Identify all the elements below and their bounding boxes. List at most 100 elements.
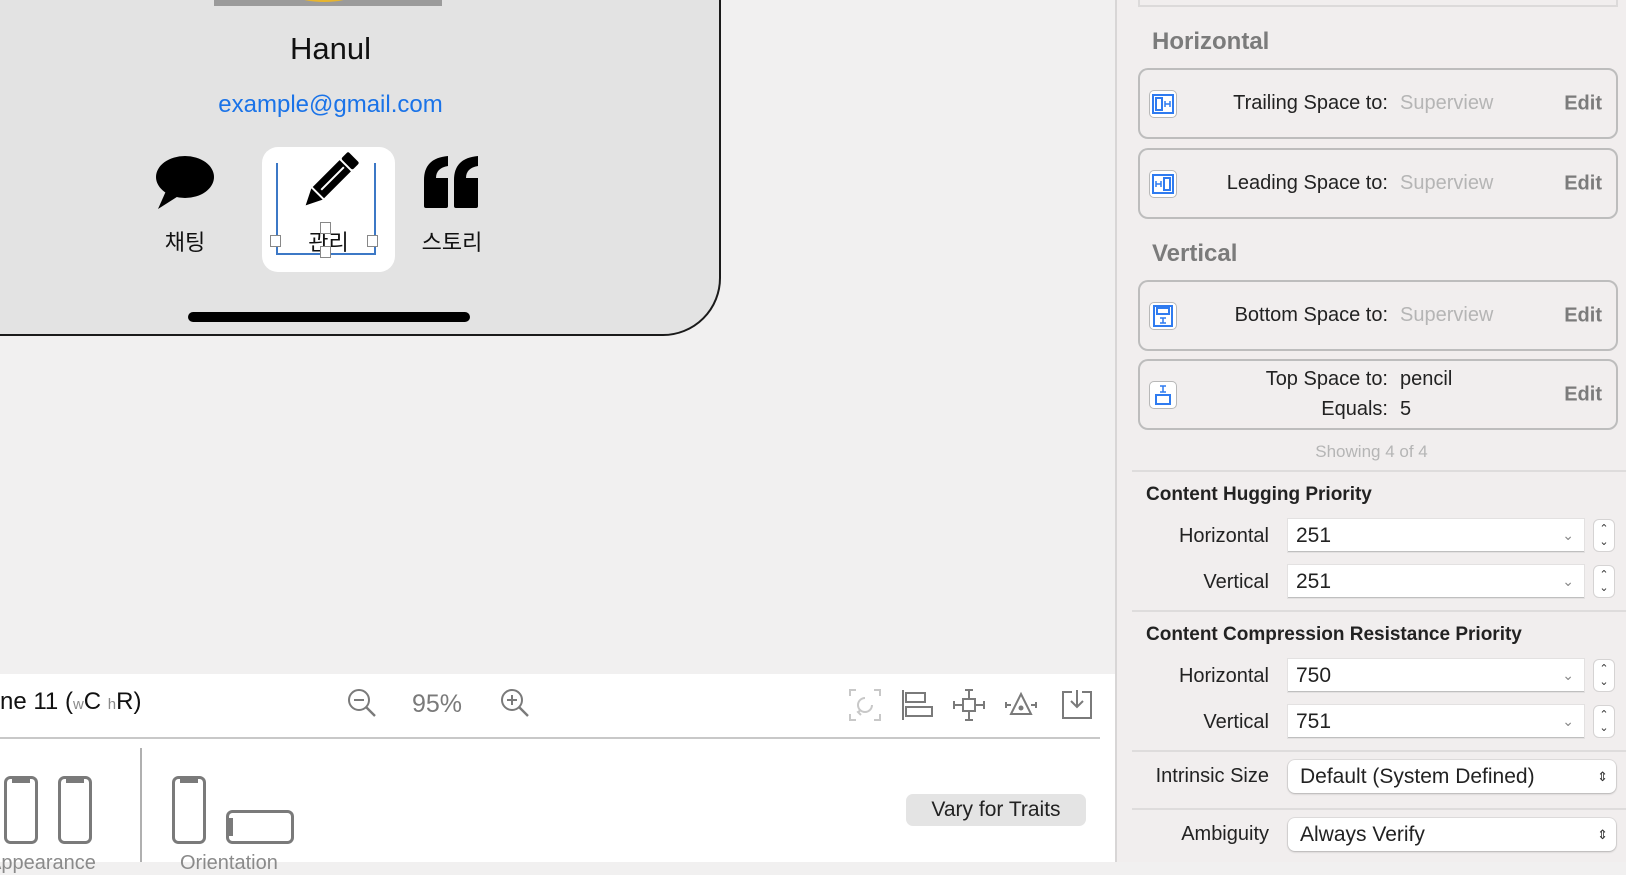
width-class-prefix: w: [72, 696, 84, 713]
zoom-in-icon: [501, 689, 529, 717]
up-down-chevron-icon: ⇕: [1597, 769, 1608, 784]
edit-constraint-button[interactable]: Edit: [1564, 383, 1602, 406]
chevron-down-icon[interactable]: ⌄: [1562, 705, 1574, 738]
manage-action[interactable]: 관리: [262, 147, 395, 272]
stepper-up-icon[interactable]: ⌃: [1599, 569, 1608, 582]
profile-image[interactable]: [214, 0, 442, 6]
traits-divider: [140, 748, 142, 862]
selection-frame: [276, 163, 376, 255]
hugging-vertical-value: 251: [1296, 570, 1332, 593]
trailing-space-icon: [1149, 89, 1177, 118]
edit-constraint-button[interactable]: Edit: [1564, 172, 1602, 195]
canvas-bottom-bar: ne 11 (wC hR) 95%: [0, 674, 1115, 862]
hugging-vertical-label: Vertical: [1203, 571, 1269, 593]
zoom-out-icon: [348, 689, 376, 717]
constraint-trailing-space[interactable]: Trailing Space to: Superview Edit: [1138, 68, 1618, 139]
size-inspector-panel: Horizontal Trailing Space to: Superview …: [1115, 0, 1626, 862]
resize-handle-left[interactable]: [270, 235, 281, 247]
resize-handle-right[interactable]: [367, 235, 378, 247]
constraint-constant-label: Equals:: [1321, 398, 1388, 420]
orientation-label: Orientation: [180, 852, 278, 874]
bottom-bar-divider: [0, 737, 1100, 739]
chevron-down-icon[interactable]: ⌄: [1562, 659, 1574, 692]
story-action[interactable]: 스토리: [392, 147, 512, 272]
appearance-label: Appearance: [0, 852, 96, 874]
constraint-leading-space[interactable]: Leading Space to: Superview Edit: [1138, 148, 1618, 219]
chevron-down-icon[interactable]: ⌄: [1562, 565, 1574, 598]
ambiguity-popup[interactable]: Always Verify ⇕: [1288, 818, 1616, 851]
update-frames-icon: [849, 689, 881, 721]
resolve-issues-button[interactable]: [1004, 688, 1038, 722]
update-frames-button[interactable]: [848, 688, 882, 722]
leading-space-icon: [1149, 169, 1177, 198]
align-icon: [902, 690, 933, 720]
stepper-up-icon[interactable]: ⌃: [1599, 709, 1608, 722]
compression-horizontal-value: 750: [1296, 664, 1332, 687]
align-button[interactable]: [900, 688, 934, 722]
orientation-landscape-button[interactable]: [226, 810, 294, 849]
embed-in-button[interactable]: [1060, 688, 1094, 722]
stepper-down-icon[interactable]: ⌄: [1599, 582, 1608, 595]
iphone-scene[interactable]: Hanul example@gmail.com 채팅 관리 스토리: [0, 0, 721, 336]
constraint-label: Top Space to:: [1265, 368, 1388, 390]
hugging-horizontal-stepper[interactable]: ⌃ ⌄: [1593, 519, 1615, 552]
resize-handle-top[interactable]: [320, 222, 331, 234]
ambiguity-label: Ambiguity: [1181, 823, 1269, 845]
stepper-down-icon[interactable]: ⌄: [1599, 676, 1608, 689]
embed-in-icon: [1062, 690, 1092, 719]
compression-horizontal-label: Horizontal: [1178, 665, 1269, 687]
iphone-portrait-icon: [4, 776, 38, 844]
chevron-down-icon[interactable]: ⌄: [1562, 519, 1574, 552]
compression-horizontal-stepper[interactable]: ⌃ ⌄: [1593, 659, 1615, 692]
add-constraints-icon: [953, 689, 985, 721]
hugging-priority-title: Content Hugging Priority: [1146, 484, 1372, 505]
device-selector[interactable]: ne 11 (wC hR): [0, 688, 141, 716]
appearance-light-button[interactable]: [4, 776, 38, 849]
ambiguity-value: Always Verify: [1300, 823, 1425, 846]
hugging-vertical-combo[interactable]: 251 ⌄: [1288, 565, 1584, 598]
stepper-up-icon[interactable]: ⌃: [1599, 523, 1608, 536]
intrinsic-size-popup[interactable]: Default (System Defined) ⇕: [1288, 760, 1616, 793]
compression-vertical-combo[interactable]: 751 ⌄: [1288, 705, 1584, 738]
section-divider: [1132, 750, 1626, 752]
constraint-label: Trailing Space to:: [1233, 92, 1388, 114]
vary-for-traits-button[interactable]: Vary for Traits: [906, 794, 1086, 826]
section-divider: [1132, 470, 1626, 472]
previous-section-box: [1138, 0, 1618, 7]
compression-horizontal-combo[interactable]: 750 ⌄: [1288, 659, 1584, 692]
zoom-in-button[interactable]: [500, 688, 530, 723]
storyboard-canvas[interactable]: Hanul example@gmail.com 채팅 관리 스토리: [0, 0, 1115, 674]
compression-vertical-stepper[interactable]: ⌃ ⌄: [1593, 705, 1615, 738]
height-class-prefix: h: [107, 696, 117, 713]
profile-image-sun: [274, 0, 374, 2]
constraint-bottom-space[interactable]: Bottom Space to: Superview Edit: [1138, 280, 1618, 351]
constraint-top-space[interactable]: Top Space to: pencil Equals: 5 Edit: [1138, 359, 1618, 430]
constraint-label: Bottom Space to:: [1234, 304, 1388, 326]
profile-name-label[interactable]: Hanul: [0, 31, 719, 67]
stepper-down-icon[interactable]: ⌄: [1599, 536, 1608, 549]
edit-constraint-button[interactable]: Edit: [1564, 304, 1602, 327]
quote-icon: [392, 147, 512, 217]
stepper-up-icon[interactable]: ⌃: [1599, 663, 1608, 676]
add-constraints-button[interactable]: [952, 688, 986, 722]
profile-email-label[interactable]: example@gmail.com: [0, 91, 719, 119]
bottom-space-icon: [1149, 301, 1177, 330]
chat-action-label: 채팅: [164, 230, 206, 255]
appearance-dark-button[interactable]: [58, 776, 92, 849]
constraint-target: Superview: [1400, 92, 1494, 114]
horizontal-section-title: Horizontal: [1152, 28, 1270, 55]
resize-handle-bottom[interactable]: [320, 246, 331, 258]
constraint-target: pencil: [1400, 368, 1453, 390]
chat-action[interactable]: 채팅: [125, 147, 245, 272]
hugging-vertical-stepper[interactable]: ⌃ ⌄: [1593, 565, 1615, 598]
resolve-issues-icon: [1005, 691, 1037, 715]
stepper-down-icon[interactable]: ⌄: [1599, 722, 1608, 735]
iphone-portrait-icon: [172, 776, 206, 844]
edit-constraint-button[interactable]: Edit: [1564, 92, 1602, 115]
intrinsic-size-value: Default (System Defined): [1300, 765, 1535, 788]
hugging-horizontal-combo[interactable]: 251 ⌄: [1288, 519, 1584, 552]
intrinsic-size-label: Intrinsic Size: [1155, 765, 1269, 787]
orientation-portrait-button[interactable]: [172, 776, 206, 849]
zoom-out-button[interactable]: [347, 688, 377, 723]
constraint-label: Leading Space to:: [1226, 172, 1388, 194]
